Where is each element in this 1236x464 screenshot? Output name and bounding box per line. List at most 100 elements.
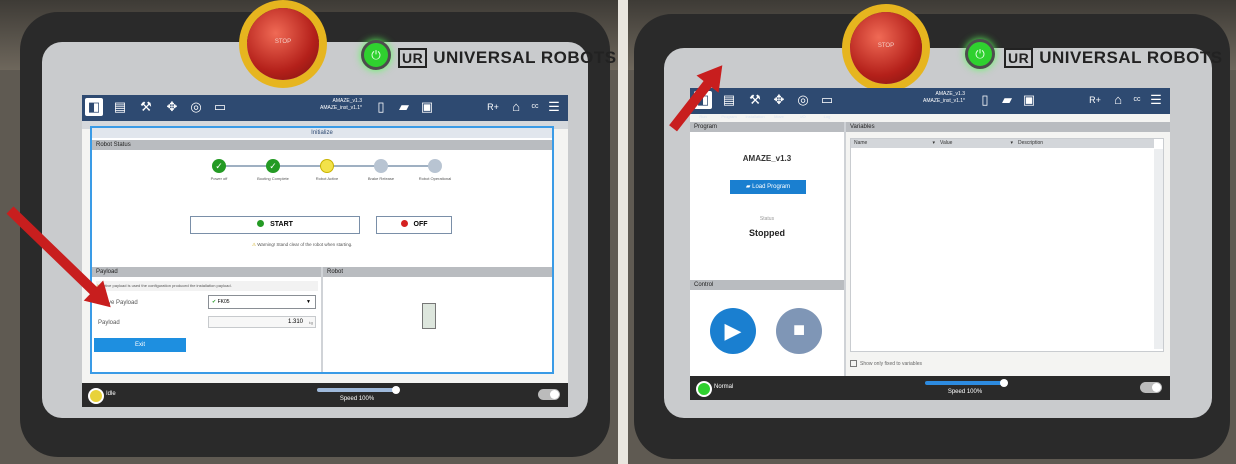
exit-button[interactable]: Exit [94,338,186,352]
speed-label: Speed 100% [947,389,983,395]
active-payload-value: FK05 [217,299,230,305]
robot-status-header: Robot Status [92,140,552,150]
ur-plus-icon[interactable]: R+ [1086,91,1104,109]
brand-name: UNIVERSAL ROBOTS [433,48,617,67]
program-icon[interactable]: ▤ [111,98,129,116]
open-folder-icon[interactable]: ▰ [395,98,413,116]
program-name-display: AMAZE_v1.3 AMAZE_inst_v1.1* [900,91,965,105]
emergency-stop-button[interactable]: STOP [247,8,319,80]
polyscope-screen: ◧ ▤ ⚒ ✥ ◎ ▭ AMAZE_v1.3 AMAZE_inst_v1.1* … [82,95,568,407]
payload-divider [321,267,323,372]
local-mode-icon[interactable]: ⌂ [1109,91,1127,109]
remote-control-icon[interactable]: cc [1128,91,1146,109]
table-scrollbar[interactable] [1154,149,1163,349]
start-dot-icon [257,220,265,228]
simulation-toggle[interactable] [538,389,560,400]
estop-label: STOP [274,39,292,45]
speed-slider[interactable] [317,386,400,394]
io-icon[interactable]: ◎ [187,98,205,116]
open-folder-icon[interactable]: ▰ [998,91,1016,109]
ur-mark: UR [398,48,428,68]
power-button[interactable]: ⏻ [361,40,391,70]
installation-name: AMAZE_inst_v1.1* [320,105,362,111]
program-name: AMAZE_v1.3 [935,91,965,97]
off-dot-icon [400,220,408,228]
name-column-header[interactable]: Name ▾ [851,139,938,148]
variables-table: Name ▾ Value ▾ Description [850,138,1164,352]
nav-glyph: ⚒ [749,92,761,107]
ur-logo-icon[interactable]: ◧ [85,98,103,116]
play-icon: ▶ [724,318,742,343]
status-led [696,381,712,397]
power-button[interactable]: ⏻ [965,39,995,69]
start-label: START [270,221,293,228]
brand-name: UNIVERSAL ROBOTS [1039,48,1223,67]
panel-divider [844,122,846,376]
simulation-toggle[interactable] [1140,382,1162,393]
status-led [88,388,104,404]
power-icon: ⏻ [975,47,985,61]
column-label: Description [1018,140,1044,146]
installation-icon[interactable]: ⚒ [137,98,155,116]
save-icon[interactable]: ▣ [1020,91,1038,109]
dialog-title: Initialize [92,128,552,138]
column-label: Name [854,140,868,146]
checkbox-box[interactable] [850,360,857,367]
payload-input[interactable]: 1.310 kg [208,316,316,328]
payload-note: ⚠ Active payload is used the configurati… [96,281,318,291]
move-icon[interactable]: ✥ [163,98,181,116]
hamburger-menu-icon[interactable]: ☰ [1147,91,1165,109]
control-panel: ▶ ■ [690,290,844,376]
new-file-icon[interactable]: ▯ [372,98,390,116]
off-button[interactable]: OFF [376,216,452,234]
payload-unit: kg [308,320,313,325]
ur-plus-icon[interactable]: R+ [484,98,502,116]
footer-bar: Idle Speed 100% [82,383,568,407]
robot-state: Idle [106,391,116,397]
hamburger-menu-icon[interactable]: ☰ [545,98,563,116]
step-booting-icon: ✓ [266,159,280,173]
column-label: Value [940,140,953,146]
description-column-header[interactable]: Description [1015,139,1154,148]
program-name-display: AMAZE_v1.3 AMAZE_inst_v1.1* [297,98,362,112]
chevron-down-icon: ▼ [306,299,311,305]
top-navigation-bar: ◧ ▤ ⚒ ✥ ◎ ▭ AMAZE_v1.3 AMAZE_inst_v1.1* … [82,95,568,121]
new-file-icon[interactable]: ▯ [976,91,994,109]
speed-slider[interactable] [925,379,1008,387]
speed-slider-knob[interactable] [392,386,400,394]
remote-control-icon[interactable]: cc [526,98,544,116]
active-payload-select[interactable]: ✔ FK05 ▼ [208,295,316,309]
ur-mark: UR [1004,48,1034,68]
estop-label: STOP [877,43,895,49]
loaded-program-name: AMAZE_v1.3 [742,154,792,163]
value-column-header[interactable]: Value ▾ [937,139,1016,148]
payload-note-text: Active payload is used the configuration… [100,283,232,288]
program-icon[interactable]: ▤ Program [720,91,738,119]
io-icon[interactable]: ◎ I/O [794,91,812,119]
speed-label: Speed 100% [339,396,375,402]
installation-name: AMAZE_inst_v1.1* [923,98,965,104]
stop-button[interactable]: ■ [776,308,822,354]
top-navigation-bar: ◧ Run ▤ Program ⚒ Installation ✥ Move ◎ I/O ▭… [690,88,1170,119]
brand-logo: UR UNIVERSAL ROBOTS [1004,48,1223,68]
start-button[interactable]: START [190,216,360,234]
log-icon[interactable]: ▭ [211,98,229,116]
nav-glyph: ▭ [820,92,834,107]
step-label: Power off [210,176,228,181]
installation-icon[interactable]: ⚒ Installation [745,91,764,119]
step-power-off-icon: ✓ [212,159,226,173]
log-icon[interactable]: ▭ Log [818,91,836,119]
step-label: Booting Complete [257,176,289,181]
step-robot-active-icon [320,159,334,173]
right-photo: STOP ⏻ UR UNIVERSAL ROBOTS ◧ Run ▤ Program … [628,0,1236,464]
save-icon[interactable]: ▣ [418,98,436,116]
emergency-stop-button[interactable]: STOP [850,12,922,84]
nav-glyph: ◎ [797,92,809,107]
local-mode-icon[interactable]: ⌂ [507,98,525,116]
left-photo: STOP ⏻ UR UNIVERSAL ROBOTS ◧ ▤ ⚒ ✥ ◎ ▭ AM… [0,0,618,464]
speed-slider-knob[interactable] [1000,379,1008,387]
move-icon[interactable]: ✥ Move [770,91,788,119]
load-program-button[interactable]: ▰ Load Program [730,180,806,194]
show-only-checkbox[interactable]: Show only fixed to variables [850,360,922,367]
play-button[interactable]: ▶ [710,308,756,354]
